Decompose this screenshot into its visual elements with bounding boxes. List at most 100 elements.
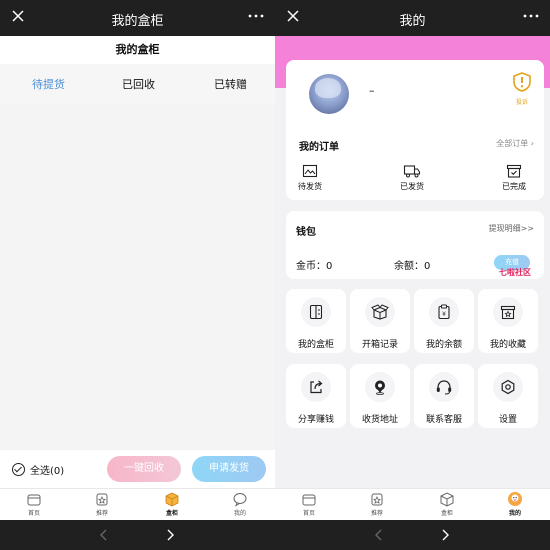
more-icon[interactable] [522, 8, 540, 24]
home-icon [27, 494, 41, 506]
grid-icon-wrap [365, 372, 395, 402]
grid-label: 收货地址 [361, 415, 398, 425]
window-title: 我的盒柜 [111, 14, 164, 29]
nav-mine[interactable]: 我的 [495, 491, 535, 517]
window-title: 我的 [399, 14, 426, 29]
check-circle-icon [12, 463, 25, 476]
grid-label: 我的盒柜 [297, 340, 334, 350]
grid-icon-wrap [493, 297, 523, 327]
share-icon [310, 380, 323, 394]
forward-arrow-icon[interactable] [439, 528, 451, 542]
chevron-right-icon: › [530, 139, 534, 148]
grid-icon-wrap [301, 372, 331, 402]
report-label: 投诉 [515, 99, 528, 106]
system-nav-bar [275, 520, 550, 550]
grid-shipping-address[interactable]: 收货地址 [350, 364, 410, 428]
nav-recommend-label: 推荐 [95, 510, 108, 517]
nav-recommend[interactable]: 推荐 [357, 491, 397, 517]
nav-box-cabinet-label: 盒柜 [165, 510, 178, 517]
tab-pending-pickup[interactable]: 待提货 [32, 76, 65, 92]
title-bar: 我的盒柜 [0, 0, 275, 36]
wallet-title: 钱包 [296, 227, 316, 238]
grid-share-earn[interactable]: 分享赚钱 [286, 364, 346, 428]
page-title: 我的盒柜 [0, 36, 275, 64]
grid-my-cabinet[interactable]: 我的盒柜 [286, 289, 346, 353]
star-box-icon [500, 305, 516, 320]
forward-arrow-icon[interactable] [164, 528, 176, 542]
back-arrow-icon[interactable] [373, 528, 385, 542]
bottom-nav: 首页 推荐 盒柜 我的 [275, 488, 550, 520]
headset-icon [436, 380, 452, 395]
avatar-icon [508, 492, 522, 506]
nav-mine-label: 我的 [508, 510, 521, 517]
back-arrow-icon[interactable] [98, 528, 110, 542]
right-screen-my-profile: 我的 – 投诉 我的订单 全部订单 › 待发货 已发货 已完成 钱包 提现明细>… [275, 0, 550, 550]
tab-gifted[interactable]: 已转赠 [214, 76, 247, 92]
photo-frame-icon [302, 164, 318, 178]
grid-my-balance[interactable]: ¥ 我的余额 [414, 289, 474, 353]
all-orders-link[interactable]: 全部订单 › [496, 138, 534, 149]
nav-mine[interactable]: 我的 [220, 491, 260, 517]
grid-label: 开箱记录 [361, 340, 398, 350]
report-button[interactable]: 投诉 [512, 72, 532, 106]
nav-mine-label: 我的 [233, 510, 246, 517]
order-completed-label: 已完成 [502, 182, 526, 191]
nav-home-label: 首页 [302, 510, 315, 517]
select-all-checkbox[interactable]: 全选(0) [12, 462, 64, 477]
avatar[interactable] [309, 74, 349, 114]
tab-recycled[interactable]: 已回收 [122, 76, 155, 92]
order-pending-shipment-label: 待发货 [298, 182, 322, 191]
grid-icon-wrap [365, 297, 395, 327]
order-pending-shipment[interactable]: 待发货 [290, 164, 330, 192]
withdraw-detail-link[interactable]: 提现明细>> [489, 223, 534, 234]
left-screen-box-cabinet: 我的盒柜 我的盒柜 待提货 已回收 已转赠 全选(0) 一键回收 申请发货 首页… [0, 0, 275, 550]
warning-shield-icon [513, 72, 531, 92]
archive-check-icon [506, 164, 522, 178]
profile-card: – 投诉 我的订单 全部订单 › 待发货 已发货 已完成 [286, 60, 544, 200]
grid-unbox-records[interactable]: 开箱记录 [350, 289, 410, 353]
empty-list-area [0, 104, 275, 450]
recycle-all-button[interactable]: 一键回收 [107, 456, 181, 482]
grid-label: 我的收藏 [489, 340, 526, 350]
home-icon [302, 494, 316, 506]
grid-settings[interactable]: 设置 [478, 364, 538, 428]
more-icon[interactable] [247, 8, 265, 24]
grid-label: 设置 [498, 415, 517, 425]
nav-box-cabinet[interactable]: 盒柜 [427, 491, 467, 517]
nav-home[interactable]: 首页 [14, 491, 54, 517]
box-icon [440, 492, 454, 507]
order-shipped[interactable]: 已发货 [392, 164, 432, 192]
open-box-icon [371, 304, 389, 320]
nav-box-cabinet-label: 盒柜 [440, 510, 453, 517]
hexagon-settings-icon [501, 379, 515, 395]
star-bag-icon [96, 493, 108, 506]
balance-value: 余额：0 [394, 261, 431, 272]
orders-title: 我的订单 [299, 142, 339, 153]
grid-customer-service[interactable]: 联系客服 [414, 364, 474, 428]
clipboard-yen-icon: ¥ [438, 304, 450, 320]
nav-recommend-label: 推荐 [370, 510, 383, 517]
svg-text:¥: ¥ [442, 311, 446, 318]
star-bag-icon [371, 493, 383, 506]
nav-home-label: 首页 [27, 510, 40, 517]
grid-label: 我的余额 [425, 340, 462, 350]
request-shipping-button[interactable]: 申请发货 [192, 456, 266, 482]
bottom-nav: 首页 推荐 盒柜 我的 [0, 488, 275, 520]
grid-my-favorites[interactable]: 我的收藏 [478, 289, 538, 353]
system-nav-bar [0, 520, 275, 550]
grid-icon-wrap [301, 297, 331, 327]
order-shipped-label: 已发货 [400, 182, 424, 191]
watermark-text: 七啦社区 [499, 268, 531, 277]
truck-icon [403, 165, 421, 178]
nav-recommend[interactable]: 推荐 [82, 491, 122, 517]
title-bar: 我的 [275, 0, 550, 36]
coins-value: 金币：0 [296, 261, 333, 272]
nav-home[interactable]: 首页 [289, 491, 329, 517]
nav-box-cabinet[interactable]: 盒柜 [152, 491, 192, 517]
grid-icon-wrap: ¥ [429, 297, 459, 327]
location-pin-icon [375, 380, 385, 395]
username: – [369, 84, 375, 97]
chat-icon [233, 493, 247, 507]
order-completed[interactable]: 已完成 [494, 164, 534, 192]
tab-bar: 待提货 已回收 已转赠 [0, 64, 275, 104]
